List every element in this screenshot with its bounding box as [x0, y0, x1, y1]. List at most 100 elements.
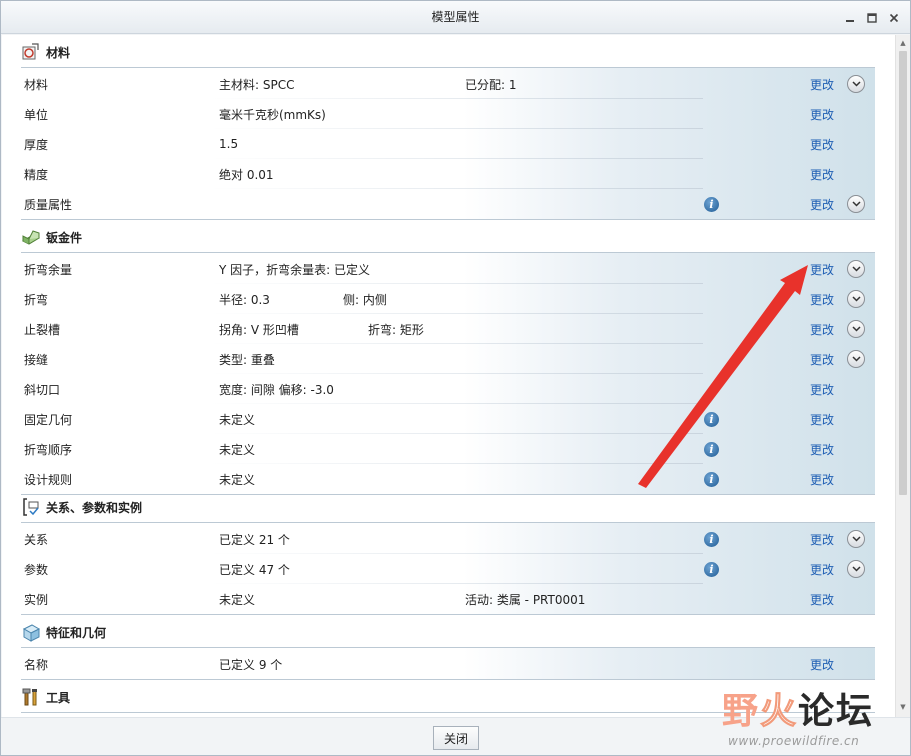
- window-title: 模型属性: [431, 10, 480, 24]
- property-row: 关系 已定义 21 个 i 更改: [21, 524, 875, 554]
- section-panel: 材料 主材料: SPCC 已分配: 1 更改 单位 毫米千克秒(mmKs) 更改 厚度 1.5 更…: [21, 68, 875, 220]
- section-title: 工具: [46, 690, 71, 705]
- property-value: 未定义: [219, 412, 256, 427]
- change-link[interactable]: 更改: [810, 591, 834, 608]
- tools-icon: [21, 687, 41, 707]
- property-row: 实例 未定义 活动: 类属 - PRT0001 更改: [21, 584, 875, 614]
- property-label: 质量属性: [24, 197, 73, 212]
- section-panel: 关系 已定义 21 个 i 更改 参数 已定义 47 个 i 更改 实例 未定义 活动: 类属 - …: [21, 523, 875, 615]
- info-icon[interactable]: i: [704, 561, 719, 577]
- property-label: 参数: [24, 562, 49, 577]
- window-controls: [844, 1, 900, 34]
- maximize-icon[interactable]: [866, 12, 878, 24]
- properties-content: 材料 材料 主材料: SPCC 已分配: 1 更改 单位 毫米千克秒(mmKs) 更改 厚度 1.…: [2, 35, 895, 717]
- property-row: 质量属性 i 更改: [21, 189, 875, 219]
- property-value: 已定义 21 个: [219, 532, 290, 547]
- close-icon[interactable]: [888, 12, 900, 24]
- property-row: 斜切口 宽度: 间隙 偏移: -3.0 更改: [21, 374, 875, 404]
- model-properties-window: 模型属性 材料 材料 主材料: SPCC 已分配: 1 更改 单位 毫米千克秒(mmKs) 更…: [0, 0, 911, 756]
- property-row: 精度 绝对 0.01 更改: [21, 159, 875, 189]
- section-header-4: 特征和几何: [21, 617, 875, 648]
- property-value: 未定义: [219, 592, 256, 607]
- info-icon[interactable]: i: [704, 531, 719, 547]
- property-row: 折弯顺序 未定义 i 更改: [21, 434, 875, 464]
- property-row: 止裂槽 拐角: V 形凹槽 折弯: 矩形 更改: [21, 314, 875, 344]
- dialog-footer: 关闭: [1, 717, 910, 755]
- minimize-icon[interactable]: [844, 12, 856, 24]
- chevron-down-icon[interactable]: [847, 260, 865, 278]
- change-link[interactable]: 更改: [810, 411, 834, 428]
- property-label: 单位: [24, 107, 49, 122]
- property-label: 接缝: [24, 352, 49, 367]
- section-header-1: 材料: [21, 37, 875, 68]
- change-link[interactable]: 更改: [810, 196, 834, 213]
- change-link[interactable]: 更改: [810, 441, 834, 458]
- change-link[interactable]: 更改: [810, 656, 834, 673]
- chevron-down-icon[interactable]: [847, 290, 865, 308]
- features-icon: [21, 622, 41, 642]
- property-label: 材料: [24, 77, 49, 92]
- property-value: 1.5: [219, 137, 239, 151]
- change-link[interactable]: 更改: [810, 166, 834, 183]
- info-icon[interactable]: i: [704, 471, 719, 487]
- change-link[interactable]: 更改: [810, 561, 834, 578]
- property-label: 固定几何: [24, 412, 73, 427]
- chevron-down-icon[interactable]: [847, 195, 865, 213]
- section-header-3: 关系、参数和实例: [21, 492, 875, 523]
- change-link[interactable]: 更改: [810, 351, 834, 368]
- change-link[interactable]: 更改: [810, 531, 834, 548]
- scroll-thumb[interactable]: [899, 51, 907, 495]
- property-row: 名称 已定义 9 个 更改: [21, 649, 875, 679]
- property-label: 折弯顺序: [24, 442, 73, 457]
- property-label: 止裂槽: [24, 322, 61, 337]
- change-link[interactable]: 更改: [810, 76, 834, 93]
- info-icon[interactable]: i: [704, 196, 719, 212]
- property-label: 精度: [24, 167, 49, 182]
- property-label: 厚度: [24, 137, 49, 152]
- vertical-scrollbar[interactable]: ▲ ▼: [895, 35, 910, 717]
- scroll-up-icon[interactable]: ▲: [899, 39, 907, 47]
- property-value: 拐角: V 形凹槽: [219, 322, 299, 337]
- relations-icon: [21, 497, 41, 517]
- chevron-down-icon[interactable]: [847, 320, 865, 338]
- property-value: 宽度: 间隙 偏移: -3.0: [219, 382, 334, 397]
- property-label: 折弯余量: [24, 262, 73, 277]
- chevron-down-icon[interactable]: [847, 530, 865, 548]
- property-row: 厚度 1.5 更改: [21, 129, 875, 159]
- section-title: 关系、参数和实例: [46, 500, 143, 515]
- scroll-down-icon[interactable]: ▼: [899, 703, 907, 711]
- section-title: 材料: [46, 45, 71, 60]
- property-row: 单位 毫米千克秒(mmKs) 更改: [21, 99, 875, 129]
- change-link[interactable]: 更改: [810, 136, 834, 153]
- property-value: 半径: 0.3: [219, 292, 270, 307]
- change-link[interactable]: 更改: [810, 291, 834, 308]
- info-icon[interactable]: i: [704, 411, 719, 427]
- close-button[interactable]: 关闭: [433, 726, 479, 750]
- change-link[interactable]: 更改: [810, 106, 834, 123]
- property-value: Y 因子，折弯余量表: 已定义: [219, 262, 371, 277]
- property-value: 类型: 重叠: [219, 352, 275, 367]
- property-value: 已定义 9 个: [219, 657, 283, 672]
- property-label: 设计规则: [24, 472, 73, 487]
- chevron-down-icon[interactable]: [847, 75, 865, 93]
- section-title: 钣金件: [46, 230, 83, 245]
- property-row: 固定几何 未定义 i 更改: [21, 404, 875, 434]
- section-panel: 名称 已定义 9 个 更改: [21, 648, 875, 680]
- property-row: 折弯余量 Y 因子，折弯余量表: 已定义 更改: [21, 254, 875, 284]
- property-secondary-value: 折弯: 矩形: [368, 322, 424, 337]
- chevron-down-icon[interactable]: [847, 350, 865, 368]
- info-icon[interactable]: i: [704, 441, 719, 457]
- property-secondary-value: 已分配: 1: [465, 77, 517, 92]
- section-panel: 折弯余量 Y 因子，折弯余量表: 已定义 更改 折弯 半径: 0.3 侧: 内侧 更改 止裂槽…: [21, 253, 875, 495]
- property-value: 未定义: [219, 472, 256, 487]
- change-link[interactable]: 更改: [810, 381, 834, 398]
- property-label: 折弯: [24, 292, 49, 307]
- change-link[interactable]: 更改: [810, 321, 834, 338]
- property-row: 参数 已定义 47 个 i 更改: [21, 554, 875, 584]
- sheetmetal-icon: [21, 227, 41, 247]
- property-row: 材料 主材料: SPCC 已分配: 1 更改: [21, 69, 875, 99]
- change-link[interactable]: 更改: [810, 261, 834, 278]
- property-label: 关系: [24, 532, 49, 547]
- change-link[interactable]: 更改: [810, 471, 834, 488]
- chevron-down-icon[interactable]: [847, 560, 865, 578]
